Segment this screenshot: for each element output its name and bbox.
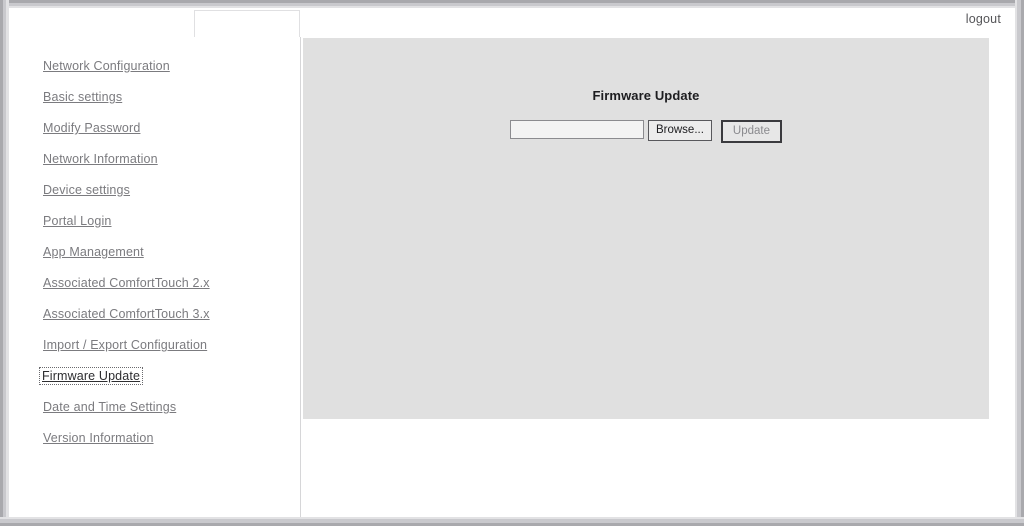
tab-item-active[interactable] (194, 10, 300, 37)
sidebar-item-portal-login[interactable]: Portal Login (39, 212, 116, 230)
sidebar-item-device-settings[interactable]: Device settings (39, 181, 134, 199)
tab-strip (194, 10, 302, 39)
sidebar-item-modify-password[interactable]: Modify Password (39, 119, 144, 137)
sidebar: Network Configuration Basic settings Mod… (9, 37, 301, 517)
sidebar-item-import-export-configuration[interactable]: Import / Export Configuration (39, 336, 211, 354)
sidebar-item-network-configuration[interactable]: Network Configuration (39, 57, 174, 75)
firmware-file-input[interactable] (509, 120, 644, 139)
page-title: Firmware Update (592, 88, 700, 103)
window-frame-bottom-highlight (0, 517, 1024, 519)
window-frame-right-highlight (1015, 0, 1017, 526)
page-canvas: logout Network Configuration Basic setti… (9, 8, 1015, 517)
sidebar-item-associated-comforttouch-3x[interactable]: Associated ComfortTouch 3.x (39, 305, 214, 323)
firmware-update-panel: Firmware Update Browse... Update (303, 38, 989, 419)
sidebar-item-firmware-update[interactable]: Firmware Update (39, 367, 144, 385)
sidebar-item-basic-settings[interactable]: Basic settings (39, 88, 126, 106)
update-button[interactable]: Update (720, 120, 783, 143)
sidebar-item-version-information[interactable]: Version Information (39, 429, 158, 447)
browse-button[interactable]: Browse... (647, 120, 712, 141)
content-area: Firmware Update Browse... Update (302, 37, 1015, 517)
sidebar-nav: Network Configuration Basic settings Mod… (39, 57, 289, 460)
header-bar: logout (9, 8, 1015, 37)
logout-link[interactable]: logout (966, 12, 1001, 26)
sidebar-item-network-information[interactable]: Network Information (39, 150, 162, 168)
application-window: logout Network Configuration Basic setti… (0, 0, 1024, 526)
firmware-update-form: Browse... Update (303, 120, 989, 143)
sidebar-item-date-and-time-settings[interactable]: Date and Time Settings (39, 398, 180, 416)
window-frame-right-inner (1017, 0, 1021, 526)
window-frame-bottom-inner (0, 519, 1024, 523)
sidebar-item-app-management[interactable]: App Management (39, 243, 148, 261)
sidebar-item-associated-comforttouch-2x[interactable]: Associated ComfortTouch 2.x (39, 274, 214, 292)
